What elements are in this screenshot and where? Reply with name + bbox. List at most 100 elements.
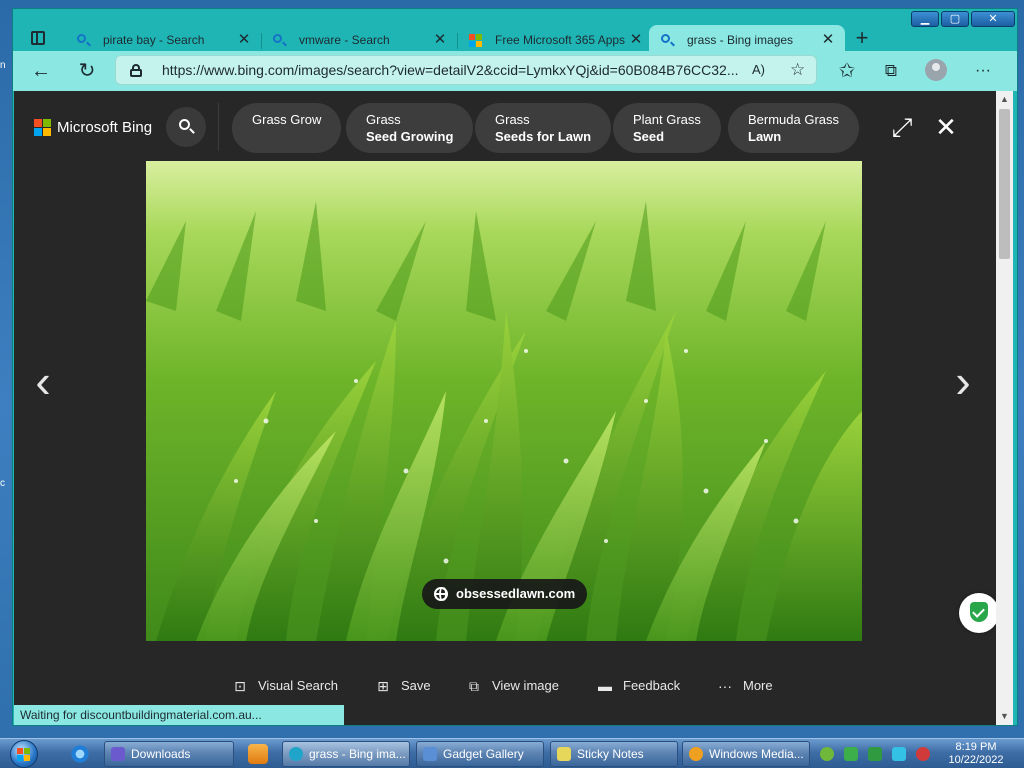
clock-time: 8:19 PM <box>955 741 997 753</box>
bing-search-icon <box>661 34 670 43</box>
sticky-notes-icon <box>557 747 571 761</box>
browser-essentials-button[interactable] <box>959 593 999 633</box>
system-tray <box>816 743 936 765</box>
bing-image-viewer: Microsoft Bing Grass Grow Grass Seed Gro… <box>14 91 996 725</box>
scroll-up-arrow-icon[interactable]: ▲ <box>996 91 1013 108</box>
image-actions-bar: ⊡ Visual Search ⊞ Save ⧉ View image ▬ Fe… <box>14 671 996 701</box>
taskbar-item-grass-bing[interactable]: grass - Bing ima... <box>282 741 410 767</box>
image-source-link[interactable]: obsessedlawn.com <box>422 579 588 609</box>
downloads-app-icon <box>111 747 125 761</box>
chip-line-1: Grass Grow <box>252 112 322 127</box>
taskbar-item-label: Sticky Notes <box>577 747 644 761</box>
save-button[interactable]: ⊞ Save <box>375 671 431 701</box>
microsoft-logo-icon <box>469 34 482 47</box>
related-chip-grass-seeds-for-lawn[interactable]: Grass Seeds for Lawn <box>475 103 612 153</box>
tab-title: Free Microsoft 365 Apps <box>495 33 626 47</box>
url-text[interactable]: https://www.bing.com/images/search?view=… <box>162 56 739 84</box>
scroll-thumb[interactable] <box>999 109 1010 259</box>
profile-avatar[interactable] <box>925 59 947 81</box>
search-button[interactable] <box>166 107 206 147</box>
chip-line-1: Bermuda Grass <box>748 112 840 127</box>
microsoft-logo-icon <box>34 119 51 136</box>
tab-strip: pirate bay - Search ✕ vmware - Search ✕ … <box>13 21 1017 55</box>
scroll-down-arrow-icon[interactable]: ▼ <box>996 708 1013 725</box>
favorites-button[interactable]: ✩ <box>833 57 861 85</box>
feedback-button[interactable]: ▬ Feedback <box>597 671 680 701</box>
tray-security-icon[interactable] <box>844 747 858 761</box>
internet-explorer-icon[interactable] <box>70 744 90 764</box>
lock-icon[interactable] <box>130 64 142 77</box>
tab-title: pirate bay - Search <box>103 33 205 47</box>
windows-media-icon <box>689 747 703 761</box>
tab-actions-button[interactable] <box>27 27 49 49</box>
taskbar-item-windows-media[interactable]: Windows Media... <box>682 741 810 767</box>
tab-title: grass - Bing images <box>687 33 794 47</box>
taskbar-item-label: Windows Media... <box>709 747 804 761</box>
related-chip-grass-seed-growing[interactable]: Grass Seed Growing <box>346 103 474 153</box>
visual-search-icon: ⊡ <box>234 678 246 694</box>
taskbar-item-label: Downloads <box>131 747 191 761</box>
previous-image-button[interactable]: ‹ <box>28 358 58 404</box>
refresh-button[interactable]: ↻ <box>73 57 101 85</box>
taskbar-item-downloads[interactable]: Downloads <box>104 741 234 767</box>
windows-logo-icon <box>17 748 30 761</box>
taskbar-item-label: Gadget Gallery <box>443 747 524 761</box>
tray-flag-icon[interactable] <box>868 747 882 761</box>
tray-monitor-icon[interactable] <box>892 747 906 761</box>
tray-volume-icon[interactable] <box>916 747 930 761</box>
browser-toolbar: ← ↻ https://www.bing.com/images/search?v… <box>13 51 1017 91</box>
bing-search-icon <box>273 34 282 43</box>
action-label: Feedback <box>623 678 681 693</box>
grass-photo[interactable] <box>146 161 862 641</box>
related-chip-grass-grow[interactable]: Grass Grow <box>232 103 342 153</box>
more-icon: ··· <box>718 678 732 694</box>
chip-line-1: Grass <box>366 112 401 127</box>
settings-menu-button[interactable]: ··· <box>969 57 997 85</box>
grass-image <box>146 161 862 641</box>
status-bar: Waiting for discountbuildingmaterial.com… <box>14 705 344 725</box>
new-tab-button[interactable]: + <box>851 25 873 51</box>
media-player-icon[interactable] <box>248 744 268 764</box>
more-button[interactable]: ··· More <box>717 671 773 701</box>
bing-search-icon <box>77 34 86 43</box>
action-label: Visual Search <box>258 678 338 693</box>
start-button[interactable] <box>6 740 46 768</box>
taskbar-item-sticky-notes[interactable]: Sticky Notes <box>550 741 678 767</box>
windows-taskbar: Downloads grass - Bing ima... Gadget Gal… <box>0 738 1024 768</box>
tray-network-icon[interactable] <box>820 747 834 761</box>
taskbar-clock[interactable]: 8:19 PM 10/22/2022 <box>938 741 1014 767</box>
expand-icon[interactable]: ⤢ <box>888 113 916 141</box>
close-viewer-icon[interactable]: ✕ <box>932 113 960 141</box>
action-label: More <box>743 678 773 693</box>
browser-window: ▁ ▢ ✕ pirate bay - Search ✕ vmware - Sea… <box>12 8 1018 726</box>
back-button[interactable]: ← <box>27 57 55 85</box>
chip-line-1: Grass <box>495 112 530 127</box>
edge-icon <box>289 747 303 761</box>
related-chip-plant-grass-seed[interactable]: Plant Grass Seed <box>613 103 721 153</box>
address-bar[interactable]: https://www.bing.com/images/search?view=… <box>115 55 817 85</box>
next-image-button[interactable]: › <box>948 358 978 404</box>
feedback-icon: ▬ <box>598 678 612 694</box>
bing-brand-text: Microsoft Bing <box>57 119 153 136</box>
tab-actions-icon <box>31 31 45 45</box>
collections-button[interactable]: ⧉ <box>877 57 905 85</box>
view-image-icon: ⧉ <box>469 678 479 694</box>
related-chip-bermuda-grass-lawn[interactable]: Bermuda Grass Lawn <box>728 103 860 153</box>
gadget-gallery-icon <box>423 747 437 761</box>
clock-date: 10/22/2022 <box>948 754 1004 766</box>
visual-search-button[interactable]: ⊡ Visual Search <box>232 671 338 701</box>
globe-icon <box>434 587 448 601</box>
add-favorite-icon[interactable]: ☆ <box>790 56 805 84</box>
chip-line-2: Seed Growing <box>366 129 454 144</box>
save-icon: ⊞ <box>377 678 389 694</box>
shield-check-icon <box>970 602 988 622</box>
read-aloud-icon[interactable]: A) <box>752 56 765 84</box>
action-label: Save <box>401 678 431 693</box>
bing-logo[interactable]: Microsoft Bing <box>34 119 152 136</box>
taskbar-item-gadget-gallery[interactable]: Gadget Gallery <box>416 741 544 767</box>
action-label: View image <box>492 678 559 693</box>
chip-divider <box>218 103 219 151</box>
page-scrollbar[interactable]: ▲ ▼ <box>996 91 1013 725</box>
taskbar-item-label: grass - Bing ima... <box>309 747 406 761</box>
view-image-button[interactable]: ⧉ View image <box>466 671 559 701</box>
